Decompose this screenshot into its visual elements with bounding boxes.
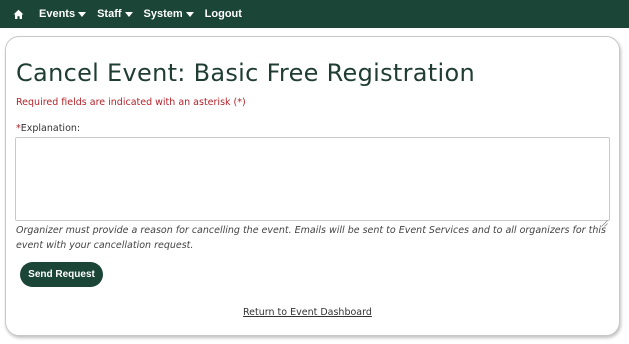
explanation-label: *Explanation: xyxy=(16,123,80,134)
nav-item-staff[interactable]: Staff xyxy=(97,8,133,20)
return-to-dashboard-link[interactable]: Return to Event Dashboard xyxy=(243,307,372,318)
chevron-down-icon xyxy=(185,11,194,17)
cancel-event-card: Cancel Event: Basic Free Registration Re… xyxy=(5,36,620,336)
page-title: Cancel Event: Basic Free Registration xyxy=(16,59,475,87)
nav-item-events-label: Events xyxy=(39,8,76,20)
nav-item-logout[interactable]: Logout xyxy=(205,8,242,20)
explanation-label-text: Explanation: xyxy=(20,123,81,134)
nav-item-system[interactable]: System xyxy=(144,8,194,20)
nav-item-staff-label: Staff xyxy=(97,8,122,20)
required-fields-note: Required fields are indicated with an as… xyxy=(16,97,246,108)
send-request-button[interactable]: Send Request xyxy=(20,262,103,287)
chevron-down-icon xyxy=(78,11,87,17)
nav-item-system-label: System xyxy=(143,8,183,20)
explanation-field[interactable] xyxy=(15,137,610,221)
top-navbar: Events Staff System Logout xyxy=(0,0,629,28)
explanation-help-text: Organizer must provide a reason for canc… xyxy=(16,225,606,251)
home-icon[interactable] xyxy=(10,6,26,22)
nav-item-logout-label: Logout xyxy=(204,8,242,20)
nav-item-events[interactable]: Events xyxy=(39,8,87,20)
chevron-down-icon xyxy=(124,11,133,17)
resize-grip-icon[interactable] xyxy=(601,212,608,227)
